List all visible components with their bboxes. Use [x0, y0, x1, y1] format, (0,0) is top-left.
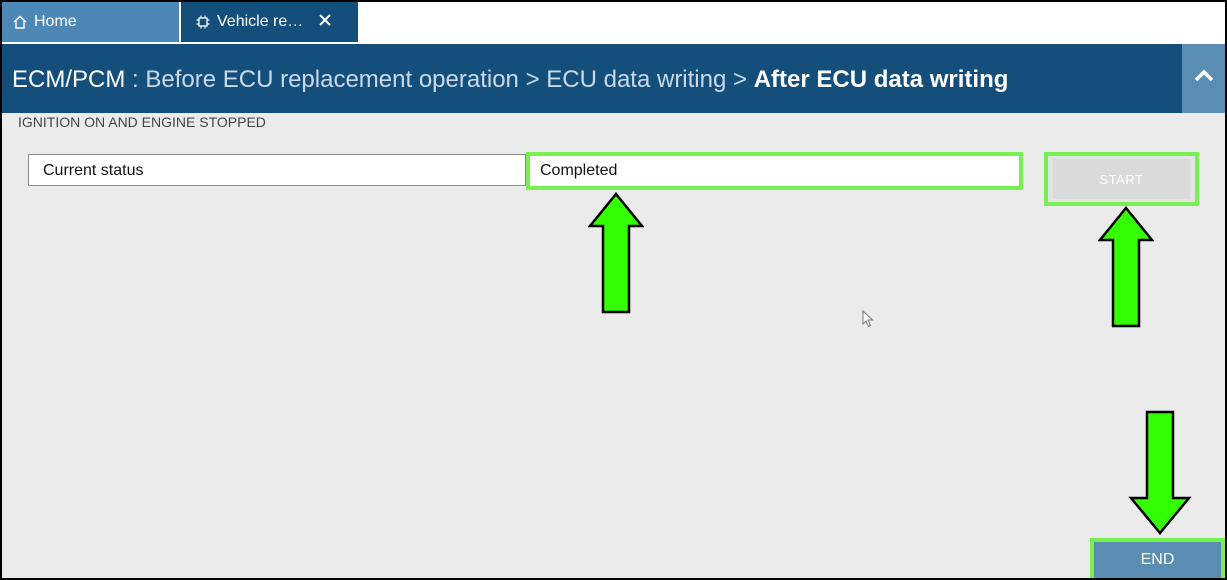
chevron-up-icon — [1193, 68, 1215, 89]
breadcrumb-header: ECM/PCM : Before ECU replacement operati… — [2, 44, 1225, 113]
tab-vehicle-replacement[interactable]: Vehicle re… — [181, 2, 358, 42]
start-button-label: START — [1053, 159, 1190, 199]
tab-vehicle-label: Vehicle re… — [217, 13, 304, 30]
mouse-pointer-icon — [862, 310, 874, 328]
green-arrow-icon — [1128, 410, 1192, 535]
end-button[interactable]: END — [1090, 538, 1225, 578]
breadcrumb-module: ECM/PCM — [12, 66, 126, 93]
collapse-button[interactable] — [1182, 44, 1225, 113]
condition-text: IGNITION ON AND ENGINE STOPPED — [18, 114, 266, 130]
breadcrumb-step-2: ECU data writing — [546, 66, 727, 93]
breadcrumb-separator: > — [726, 66, 754, 93]
home-icon — [12, 14, 28, 30]
breadcrumb-colon: : — [125, 66, 146, 93]
current-status-label: Current status — [28, 154, 526, 186]
breadcrumb-step-1: Before ECU replacement operation — [145, 66, 519, 93]
breadcrumb: ECM/PCM : Before ECU replacement operati… — [12, 66, 1008, 94]
app-window: Home Vehicle re… ECM/PCM : Before ECU re… — [0, 0, 1227, 580]
close-icon[interactable] — [317, 12, 333, 32]
green-arrow-icon — [1098, 206, 1154, 328]
tab-home[interactable]: Home — [2, 2, 179, 42]
breadcrumb-current: After ECU data writing — [753, 66, 1009, 93]
green-arrow-icon — [588, 192, 644, 314]
current-status-value: Completed — [526, 152, 1023, 190]
tab-home-label: Home — [34, 13, 77, 30]
breadcrumb-separator: > — [518, 66, 547, 93]
tab-bar: Home Vehicle re… — [2, 2, 1225, 44]
start-button[interactable]: START — [1044, 152, 1199, 206]
chip-icon — [195, 14, 211, 30]
